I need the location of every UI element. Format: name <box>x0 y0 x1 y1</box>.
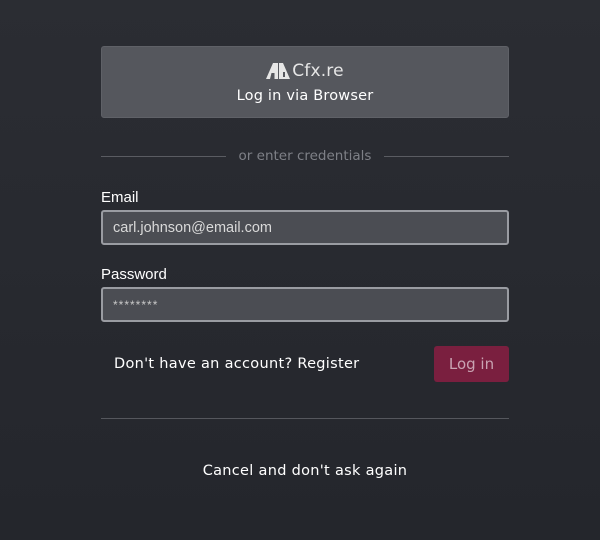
register-link[interactable]: Don't have an account? Register <box>114 356 359 372</box>
login-via-browser-button[interactable]: Cfx.re Log in via Browser <box>101 46 509 118</box>
divider-line-right <box>384 155 510 157</box>
password-field[interactable] <box>101 287 509 322</box>
cfx-logo-icon <box>266 63 291 79</box>
divider-text: or enter credentials <box>238 148 372 164</box>
cancel-dont-ask-again-link[interactable]: Cancel and don't ask again <box>101 463 509 479</box>
login-via-browser-label: Log in via Browser <box>236 88 374 104</box>
brand: Cfx.re <box>266 60 344 82</box>
divider-line-left <box>101 155 226 157</box>
email-field[interactable] <box>101 210 509 245</box>
login-button[interactable]: Log in <box>434 346 509 382</box>
password-label: Password <box>101 266 167 283</box>
login-panel: Cfx.re Log in via Browser or enter crede… <box>101 46 510 479</box>
action-row: Don't have an account? Register Log in <box>101 346 509 382</box>
email-label: Email <box>101 189 139 206</box>
bottom-divider <box>101 418 509 419</box>
credentials-divider: or enter credentials <box>101 146 510 166</box>
brand-name: Cfx.re <box>292 61 344 81</box>
